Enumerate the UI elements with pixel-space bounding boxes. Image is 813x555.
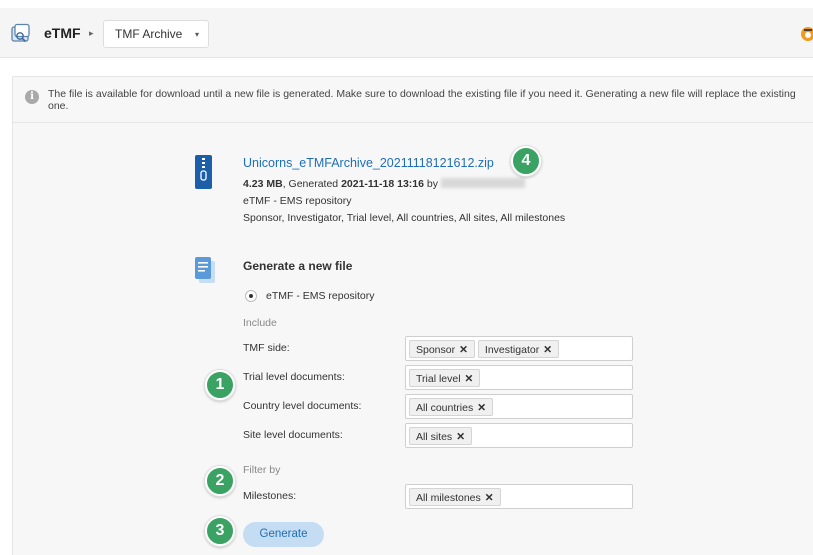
generate-section-title: Generate a new file (243, 259, 353, 273)
trial-level-select[interactable]: Trial level ✕ (405, 365, 633, 390)
callout-badge-1: 1 (205, 370, 235, 400)
remove-tag-icon[interactable]: ✕ (456, 431, 465, 443)
chevron-down-icon: ▾ (195, 30, 200, 39)
remove-tag-icon[interactable]: ✕ (485, 492, 494, 504)
milestones-select[interactable]: All milestones ✕ (405, 484, 633, 509)
tag-sponsor: Sponsor ✕ (409, 340, 475, 358)
breadcrumb-dropdown[interactable]: TMF Archive ▾ (103, 20, 209, 48)
repository-radio[interactable] (245, 290, 257, 302)
tag-all-sites: All sites ✕ (409, 427, 472, 445)
by-label: by (426, 178, 438, 190)
country-level-select[interactable]: All countries ✕ (405, 394, 633, 419)
generated-label: , Generated (282, 178, 339, 190)
milestones-label: Milestones: (243, 490, 297, 502)
tmf-side-select[interactable]: Sponsor ✕ Investigator ✕ (405, 336, 633, 361)
zip-file-icon (195, 155, 212, 189)
trial-level-label: Trial level documents: (243, 371, 345, 383)
document-icon (195, 257, 219, 287)
remove-tag-icon[interactable]: ✕ (477, 402, 486, 414)
file-scope: Sponsor, Investigator, Trial level, All … (243, 212, 566, 224)
info-message: The file is available for download until… (48, 88, 796, 112)
archive-panel: i The file is available for download unt… (12, 76, 813, 555)
tag-all-milestones: All milestones ✕ (409, 488, 501, 506)
info-banner: i The file is available for download unt… (13, 77, 813, 123)
tag-investigator: Investigator ✕ (477, 340, 560, 358)
tag-label: Trial level (416, 373, 461, 385)
etmf-app-icon[interactable] (10, 23, 32, 45)
tag-trial-level: Trial level ✕ (409, 369, 481, 387)
tag-label: All sites (416, 431, 453, 443)
callout-badge-4: 4 (511, 146, 541, 176)
tag-label: Investigator (484, 344, 540, 356)
remove-tag-icon[interactable]: ✕ (465, 373, 474, 385)
file-size: 4.23 MB (243, 178, 283, 190)
tag-all-countries: All countries ✕ (409, 398, 494, 416)
file-meta: 4.23 MB, Generated 2021-11-18 13:16 by (243, 178, 525, 190)
filter-by-label: Filter by (243, 464, 281, 476)
app-name[interactable]: eTMF (44, 25, 81, 41)
file-repository: eTMF - EMS repository (243, 195, 352, 207)
repository-radio-label[interactable]: eTMF - EMS repository (266, 290, 375, 302)
top-bar: eTMF ▸ TMF Archive ▾ (0, 8, 813, 58)
tmf-side-label: TMF side: (243, 342, 290, 354)
site-level-label: Site level documents: (243, 429, 343, 441)
remove-tag-icon[interactable]: ✕ (543, 344, 552, 356)
site-level-select[interactable]: All sites ✕ (405, 423, 633, 448)
breadcrumb-separator-icon: ▸ (89, 28, 94, 38)
generated-date: 2021-11-18 13:16 (341, 178, 424, 190)
breadcrumb-label: TMF Archive (115, 27, 183, 41)
help-icon[interactable] (799, 25, 813, 43)
callout-badge-2: 2 (205, 466, 235, 496)
tag-label: All countries (416, 402, 474, 414)
tag-label: Sponsor (416, 344, 456, 356)
generate-button[interactable]: Generate (243, 522, 324, 547)
download-file-link[interactable]: Unicorns_eTMFArchive_20211118121612.zip (243, 156, 494, 170)
country-level-label: Country level documents: (243, 400, 362, 412)
tag-label: All milestones (416, 492, 481, 504)
info-icon: i (25, 90, 39, 104)
callout-badge-3: 3 (205, 516, 235, 546)
remove-tag-icon[interactable]: ✕ (459, 344, 468, 356)
redacted-user (440, 178, 525, 188)
include-label: Include (243, 317, 277, 329)
